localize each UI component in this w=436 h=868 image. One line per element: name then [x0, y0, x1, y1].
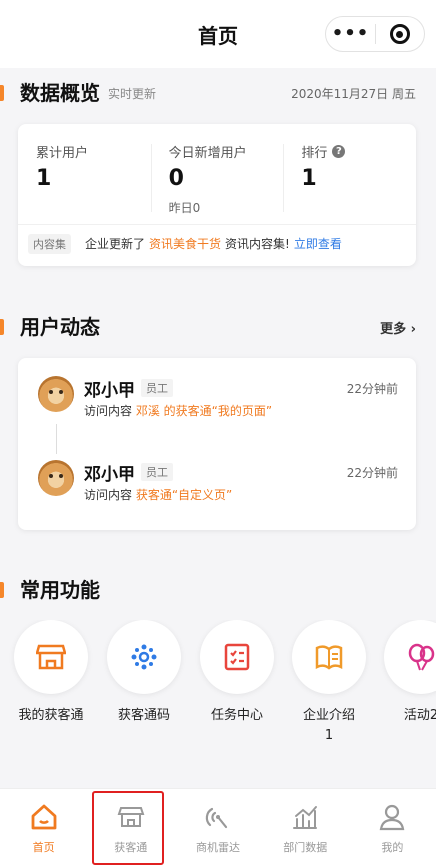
func-label: 我的获客通: [18, 708, 84, 723]
nav-bar: 首页 •••: [0, 0, 436, 68]
stat-value: 0: [168, 166, 184, 191]
activity-time: 22分钟前: [346, 466, 398, 480]
activity-more-link[interactable]: 更多 ›: [380, 318, 416, 337]
news-bar: 内容集 企业更新了 资讯美食干货 资讯内容集! 立即查看: [18, 224, 416, 262]
book-icon: [315, 645, 343, 670]
timeline-connector: [56, 424, 57, 454]
activity-description: 访问内容 获客通“自定义页”: [84, 486, 232, 503]
tab-label: 首页: [32, 841, 55, 854]
activity-target: 邓溪 的获客通“我的页面”: [135, 404, 273, 418]
news-highlight[interactable]: 资讯美食干货: [149, 235, 221, 252]
func-label: 任务中心: [210, 708, 263, 723]
more-label: 更多: [380, 322, 407, 337]
stat-label: 今日新增用户: [168, 146, 247, 161]
activity-header: 用户动态 更多 ›: [0, 312, 436, 342]
tab-radar[interactable]: 商机雷达: [174, 789, 261, 868]
stat-total-users[interactable]: 累计用户 1: [18, 142, 151, 224]
avatar: [38, 376, 74, 412]
task-list-icon: [224, 643, 250, 671]
func-activity[interactable]: 活动2: [376, 620, 436, 726]
stat-ranking[interactable]: 排行 ? 1: [283, 142, 416, 224]
user-name: 邓小甲: [84, 381, 135, 401]
activity-prefix: 访问内容: [84, 404, 133, 418]
news-tag: 内容集: [28, 233, 71, 254]
activity-title: 用户动态: [20, 315, 100, 339]
news-text: 企业更新了: [85, 237, 146, 251]
radar-icon: [205, 807, 228, 829]
activity-prefix: 访问内容: [84, 488, 133, 502]
func-company-intro[interactable]: 企业介绍 1: [284, 620, 374, 746]
overview-subtitle: 实时更新: [108, 87, 157, 101]
functions-header: 常用功能: [0, 575, 436, 605]
section-accent-bar: [0, 582, 4, 598]
functions-title: 常用功能: [20, 578, 100, 602]
tab-label: 我的: [381, 841, 404, 854]
activity-description: 访问内容 邓溪 的获客通“我的页面”: [84, 402, 272, 419]
stats-row: 累计用户 1 今日新增用户 0 昨日0 排行 ? 1: [18, 124, 416, 224]
tab-home[interactable]: 首页: [0, 789, 87, 868]
chevron-right-icon: ›: [406, 322, 416, 337]
func-task-center[interactable]: 任务中心: [192, 620, 282, 726]
view-now-link[interactable]: 立即查看: [294, 235, 342, 252]
highlight-annotation-box: [92, 791, 164, 865]
stat-value: 1: [301, 166, 317, 191]
section-accent-bar: [0, 319, 4, 335]
overview-title: 数据概览: [20, 81, 100, 105]
overview-header: 数据概览 实时更新 2020年11月27日 周五: [0, 78, 436, 108]
stat-value: 1: [36, 166, 52, 191]
func-label: 企业介绍 1: [302, 708, 355, 743]
mini-program-capsule: •••: [325, 16, 425, 52]
role-badge: 员工: [141, 463, 173, 481]
user-name: 邓小甲: [84, 465, 135, 485]
tab-department-data[interactable]: 部门数据: [262, 789, 349, 868]
user-icon: [380, 804, 405, 831]
activity-target: 获客通“自定义页”: [135, 488, 233, 502]
avatar: [38, 460, 74, 496]
chart-icon: [293, 806, 318, 829]
overview-card: 累计用户 1 今日新增用户 0 昨日0 排行 ? 1 内容集 企业更新了 资讯美…: [18, 124, 416, 266]
tab-label: 商机雷达: [196, 841, 240, 854]
store-icon: [36, 644, 66, 670]
stat-label: 排行: [301, 146, 328, 161]
role-badge: 员工: [141, 379, 173, 397]
activity-item[interactable]: 邓小甲 员工 22分钟前 访问内容 获客通“自定义页”: [38, 460, 398, 510]
more-options-button[interactable]: •••: [326, 16, 375, 52]
qr-code-icon: [131, 644, 157, 670]
func-label: 获客通码: [117, 708, 170, 723]
section-accent-bar: [0, 85, 4, 101]
tab-bar: 首页 获客通 商机雷达 部门数据 我的: [0, 788, 436, 868]
func-icon-circle: [107, 620, 181, 694]
question-icon[interactable]: ?: [332, 145, 346, 158]
stat-label: 累计用户: [36, 146, 89, 161]
stat-label-row: 排行 ?: [301, 142, 416, 161]
activity-item[interactable]: 邓小甲 员工 22分钟前 访问内容 邓溪 的获客通“我的页面”: [38, 376, 398, 426]
home-icon: [31, 804, 56, 830]
target-icon: [389, 24, 410, 44]
overview-date: 2020年11月27日 周五: [291, 87, 416, 101]
func-label: 活动2: [403, 708, 436, 723]
activity-time: 22分钟前: [346, 382, 398, 396]
func-icon-circle: [200, 620, 274, 694]
func-my-huoketong[interactable]: 我的获客通: [6, 620, 96, 726]
tab-label: 部门数据: [283, 841, 328, 854]
balloon-icon: [408, 643, 435, 671]
stat-new-users-today[interactable]: 今日新增用户 0 昨日0: [150, 142, 284, 224]
func-icon-circle: [384, 620, 436, 694]
func-huoketong-code[interactable]: 获客通码: [99, 620, 189, 726]
tab-me[interactable]: 我的: [349, 789, 436, 868]
stat-yesterday: 昨日0: [168, 201, 201, 215]
func-icon-circle: [292, 620, 366, 694]
news-text-suffix: 资讯内容集!: [225, 237, 290, 251]
func-icon-circle: [14, 620, 88, 694]
close-mini-program-button[interactable]: [376, 24, 424, 44]
functions-row: 我的获客通 获客通码 任务中心 企业介绍 1 活动2: [0, 620, 436, 760]
